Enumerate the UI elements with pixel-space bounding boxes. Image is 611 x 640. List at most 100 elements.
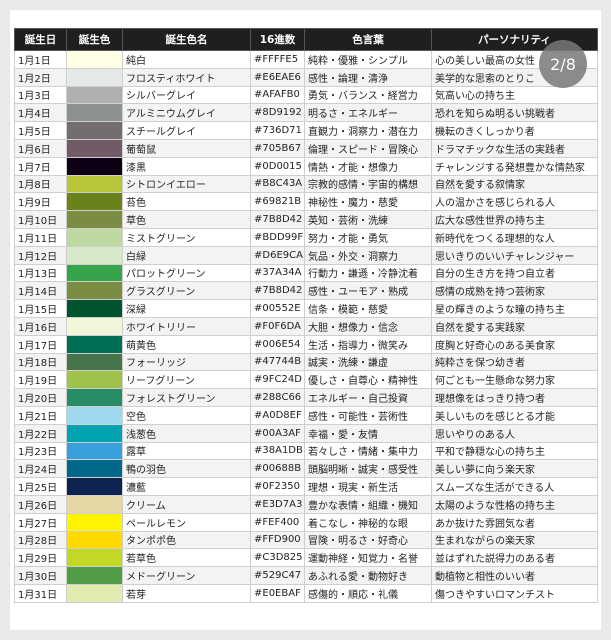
cell-personality: チャレンジする発想豊かな情熱家: [431, 156, 598, 176]
cell-hex: #FEF400: [250, 512, 305, 532]
cell-color-name: アルミニウムグレイ: [122, 103, 251, 123]
cell-date: 1月11日: [14, 227, 67, 247]
table-row: 1月12日 白緑 #D6E9CA 気品・外交・洞察力 思いきりのいいチャレンジャー: [14, 245, 598, 265]
cell-date: 1月4日: [14, 103, 67, 123]
cell-color-swatch: [66, 352, 123, 372]
cell-color-swatch: [66, 316, 123, 336]
cell-date: 1月2日: [14, 67, 67, 87]
cell-color-swatch: [66, 477, 123, 496]
cell-date: 1月26日: [14, 494, 67, 514]
cell-personality: 自分の生き方を持つ自立者: [431, 263, 598, 283]
cell-color-swatch: [66, 405, 123, 425]
table-row: 1月18日 フォーリッジ #47744B 誠実・洗練・謙虚 純粋さを保つ幼き者: [14, 352, 598, 372]
cell-color-name: 純白: [122, 50, 251, 69]
page-indicator[interactable]: 2/8: [539, 40, 587, 88]
cell-color-swatch: [66, 334, 123, 354]
cell-color-words: エネルギー・自己投資: [304, 388, 432, 407]
cell-color-name: 葡萄鼠: [122, 138, 251, 158]
image-frame: 誕生日 誕生色 誕生色名 16進数 色言葉 パーソナリティ 1月1日 純白 #FFF…: [10, 10, 601, 630]
cell-hex: #FFD900: [250, 530, 305, 550]
cell-color-name: 鴨の羽色: [122, 459, 251, 479]
cell-color-words: 直観力・洞察力・潜在力: [304, 121, 432, 140]
cell-date: 1月6日: [14, 138, 67, 158]
cell-color-words: 信条・模範・慈愛: [304, 299, 432, 318]
cell-hex: #37A34A: [250, 263, 305, 283]
birth-color-table: 誕生日 誕生色 誕生色名 16進数 色言葉 パーソナリティ 1月1日 純白 #FFF…: [14, 28, 598, 603]
cell-personality: 恐れを知らぬ明るい挑戦者: [431, 103, 598, 123]
cell-hex: #38A1DB: [250, 441, 305, 461]
cell-color-name: 若芽: [122, 583, 251, 603]
table-row: 1月17日 萌黄色 #006E54 生活・指導力・微笑み 度胸と好奇心のある美食家: [14, 334, 598, 354]
cell-hex: #A0D8EF: [250, 405, 305, 425]
cell-date: 1月24日: [14, 459, 67, 479]
table-row: 1月2日 フロスティホワイト #E6EAE6 感性・論理・清浄 美学的な思索のとりこ: [14, 67, 598, 87]
table-row: 1月7日 漆黒 #0D0015 情熱・才能・想像力 チャレンジする発想豊かな情熱家: [14, 156, 598, 176]
cell-color-name: 漆黒: [122, 156, 251, 176]
cell-date: 1月10日: [14, 210, 67, 229]
table-row: 1月19日 リーフグリーン #9FC24D 優しさ・自尊心・精神性 何ごとも一生懸命な努…: [14, 370, 598, 390]
cell-personality: 人の温かさを感じられる人: [431, 192, 598, 212]
cell-date: 1月29日: [14, 548, 67, 568]
cell-hex: #F0F6DA: [250, 316, 305, 336]
cell-date: 1月8日: [14, 174, 67, 194]
cell-hex: #B8C43A: [250, 174, 305, 194]
header-color-name: 誕生色名: [122, 28, 251, 51]
cell-date: 1月13日: [14, 263, 67, 283]
cell-color-swatch: [66, 138, 123, 158]
cell-date: 1月9日: [14, 192, 67, 212]
table-row: 1月31日 若芽 #E0EBAF 感傷的・順応・礼儀 傷つきやすいロマンチスト: [14, 583, 598, 603]
cell-color-name: クリーム: [122, 494, 251, 514]
cell-color-name: シルバーグレイ: [122, 85, 251, 105]
cell-hex: #AFAFB0: [250, 85, 305, 105]
cell-color-name: 草色: [122, 210, 251, 229]
table-row: 1月29日 若草色 #C3D825 運動神経・知覚力・名誉 並はずれた説得力のある者: [14, 548, 598, 568]
table-row: 1月27日 ペールレモン #FEF400 着こなし・神秘的な眼 あか抜けた雰囲気な者: [14, 512, 598, 532]
table-row: 1月16日 ホワイトリリー #F0F6DA 大胆・想像力・信念 自然を愛する実践家: [14, 316, 598, 336]
table-row: 1月28日 タンポポ色 #FFD900 冒険・明るさ・好奇心 生まれながらの楽天家: [14, 530, 598, 550]
table-row: 1月4日 アルミニウムグレイ #8D9192 明るさ・エネルギー 恐れを知らぬ明るい挑戦…: [14, 103, 598, 123]
cell-color-name: 深緑: [122, 299, 251, 318]
cell-personality: 生まれながらの楽天家: [431, 530, 598, 550]
table-row: 1月11日 ミストグリーン #BDD99F 努力・才能・勇気 新時代をつくる理想的な人: [14, 227, 598, 247]
cell-color-words: 理想・現実・新生活: [304, 477, 432, 496]
cell-color-name: スチールグレイ: [122, 121, 251, 140]
cell-color-name: タンポポ色: [122, 530, 251, 550]
cell-personality: 美しいものを感じとる才能: [431, 405, 598, 425]
cell-color-words: 着こなし・神秘的な眼: [304, 512, 432, 532]
cell-color-words: 若々しさ・情緒・集中力: [304, 441, 432, 461]
cell-color-swatch: [66, 494, 123, 514]
cell-color-words: 生活・指導力・微笑み: [304, 334, 432, 354]
cell-color-words: 情熱・才能・想像力: [304, 156, 432, 176]
cell-personality: スムーズな生活ができる人: [431, 477, 598, 496]
cell-color-swatch: [66, 370, 123, 390]
cell-color-words: 感性・ユーモア・熟成: [304, 281, 432, 301]
table-row: 1月1日 純白 #FFFFE5 純粋・優雅・シンプル 心の美しい最高の女性: [14, 50, 598, 69]
cell-color-name: グラスグリーン: [122, 281, 251, 301]
cell-personality: 新時代をつくる理想的な人: [431, 227, 598, 247]
cell-color-swatch: [66, 459, 123, 479]
cell-color-words: 倫理・スピード・冒険心: [304, 138, 432, 158]
table-row: 1月22日 浅葱色 #00A3AF 幸福・愛・友情 思いやりのある人: [14, 423, 598, 443]
cell-color-words: 大胆・想像力・信念: [304, 316, 432, 336]
cell-personality: 感情の成熟を持つ芸術家: [431, 281, 598, 301]
cell-hex: #00552E: [250, 299, 305, 318]
cell-date: 1月14日: [14, 281, 67, 301]
header-hex: 16進数: [250, 28, 305, 51]
table-row: 1月13日 パロットグリーン #37A34A 行動力・謙遜・冷静沈着 自分の生き方を持つ…: [14, 263, 598, 283]
cell-color-swatch: [66, 512, 123, 532]
cell-date: 1月27日: [14, 512, 67, 532]
cell-color-words: 宗教的感情・宇宙的構想: [304, 174, 432, 194]
table-row: 1月10日 草色 #7B8D42 英知・芸術・洗練 広大な感性世界の持ち主: [14, 210, 598, 229]
cell-color-swatch: [66, 174, 123, 194]
cell-date: 1月23日: [14, 441, 67, 461]
cell-color-swatch: [66, 388, 123, 407]
table-row: 1月15日 深緑 #00552E 信条・模範・慈愛 星の輝きのような瞳の持ち主: [14, 299, 598, 318]
cell-color-swatch: [66, 263, 123, 283]
cell-date: 1月3日: [14, 85, 67, 105]
cell-color-name: 苔色: [122, 192, 251, 212]
cell-hex: #47744B: [250, 352, 305, 372]
cell-hex: #E6EAE6: [250, 67, 305, 87]
cell-color-words: 行動力・謙遜・冷静沈着: [304, 263, 432, 283]
cell-hex: #288C66: [250, 388, 305, 407]
cell-color-words: 神秘性・魔力・慈愛: [304, 192, 432, 212]
